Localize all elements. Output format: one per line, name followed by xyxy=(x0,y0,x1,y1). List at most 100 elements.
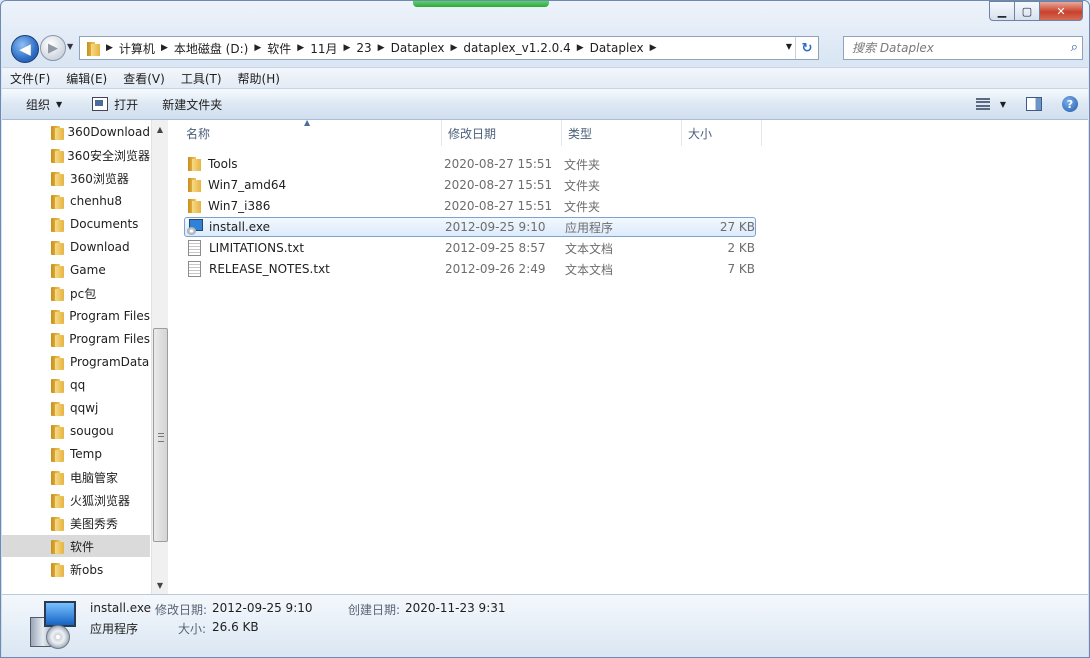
folder-icon xyxy=(50,562,64,577)
change-view-icon[interactable] xyxy=(975,98,990,110)
file-date: 2012-09-25 9:10 xyxy=(445,220,546,234)
tree-item-sougou[interactable]: sougou xyxy=(2,420,150,442)
tree-item-360-safe-browser[interactable]: 360安全浏览器 xyxy=(2,144,150,166)
details-modified-label: 修改日期: xyxy=(155,603,208,617)
back-button[interactable]: ◀ xyxy=(11,35,39,63)
preview-pane-icon[interactable] xyxy=(1026,97,1042,111)
navigation-row: ◀ ▶ ▼ ▶ 计算机 ▶ 本地磁盘 (D:) ▶ 软件 ▶ 11月 ▶ 23 … xyxy=(9,33,1085,63)
scroll-up-icon[interactable]: ▲ xyxy=(152,122,168,136)
tree-item-360-browser[interactable]: 360浏览器 xyxy=(2,167,150,189)
column-header-date[interactable]: 修改日期 xyxy=(442,120,562,146)
details-size-label: 大小: xyxy=(178,622,207,636)
breadcrumb-separator[interactable]: ▶ xyxy=(254,43,261,53)
file-type: 文件夹 xyxy=(564,157,601,172)
tree-item-meitu[interactable]: 美图秀秀 xyxy=(2,512,150,534)
text-file-icon xyxy=(188,240,201,256)
file-size: 7 KB xyxy=(727,262,755,276)
close-button[interactable]: ✕ xyxy=(1040,1,1083,21)
tree-item-new-obs[interactable]: 新obs xyxy=(2,558,150,580)
maximize-button[interactable]: ▢ xyxy=(1015,1,1040,21)
file-row-selected[interactable]: install.exe 2012-09-25 9:10 应用程序 27 KB xyxy=(184,217,756,237)
tree-item-label: 新obs xyxy=(70,562,104,577)
file-date: 2012-09-25 8:57 xyxy=(445,241,546,255)
file-name: install.exe xyxy=(209,220,271,234)
address-bar[interactable]: ▶ 计算机 ▶ 本地磁盘 (D:) ▶ 软件 ▶ 11月 ▶ 23 ▶ Data… xyxy=(79,36,819,60)
file-row[interactable]: LIMITATIONS.txt 2012-09-25 8:57 文本文档 2 K… xyxy=(184,238,756,258)
tree-item-game[interactable]: Game xyxy=(2,259,150,281)
menu-file[interactable]: 文件(F) xyxy=(2,70,58,87)
minimize-button[interactable]: ▁ xyxy=(989,1,1015,21)
folder-icon xyxy=(50,424,64,439)
tree-item-label: ProgramData xyxy=(70,355,150,369)
breadcrumb-software[interactable]: 软件 xyxy=(267,40,291,57)
open-button[interactable]: 打开 xyxy=(80,92,150,116)
column-header-name[interactable]: 名称 ▲ xyxy=(180,118,442,146)
tree-item-qq[interactable]: qq xyxy=(2,374,150,396)
tree-item-pc-bao[interactable]: pc包 xyxy=(2,282,150,304)
tree-item-program-files[interactable]: Program Files xyxy=(2,305,150,327)
breadcrumb-23[interactable]: 23 xyxy=(356,41,371,55)
search-input[interactable] xyxy=(850,40,1060,56)
breadcrumb-computer[interactable]: 计算机 xyxy=(119,40,155,57)
tree-item-programdata[interactable]: ProgramData xyxy=(2,351,150,373)
scrollbar-thumb[interactable] xyxy=(153,328,168,542)
tree-item-software[interactable]: 软件 xyxy=(2,535,150,557)
tree-item-program-files-x86[interactable]: Program Files xyxy=(2,328,150,350)
breadcrumb-separator[interactable]: ▶ xyxy=(650,43,657,53)
search-icon[interactable]: ⌕ xyxy=(1071,40,1078,55)
breadcrumb-separator[interactable]: ▶ xyxy=(343,43,350,53)
file-row[interactable]: Tools 2020-08-27 15:51 文件夹 xyxy=(184,154,756,174)
menu-tools[interactable]: 工具(T) xyxy=(173,70,230,87)
column-header-size[interactable]: 大小 xyxy=(682,120,762,146)
tree-item-label: Documents xyxy=(70,217,139,231)
tree-item-label: Download xyxy=(70,240,130,254)
help-icon[interactable]: ? xyxy=(1062,96,1078,112)
breadcrumb-separator[interactable]: ▶ xyxy=(106,43,113,53)
tree-item-360download[interactable]: 360Download xyxy=(2,121,150,143)
text-file-icon xyxy=(188,261,201,277)
menu-edit[interactable]: 编辑(E) xyxy=(58,70,115,87)
tree-item-firefox[interactable]: 火狐浏览器 xyxy=(2,489,150,511)
breadcrumb-separator[interactable]: ▶ xyxy=(297,43,304,53)
folder-icon xyxy=(86,41,100,56)
folder-icon xyxy=(50,470,64,485)
tree-scrollbar[interactable]: ▲ ▼ xyxy=(151,120,168,594)
breadcrumb-dataplex[interactable]: Dataplex xyxy=(391,41,445,55)
column-header-type[interactable]: 类型 xyxy=(562,120,682,146)
breadcrumb-separator[interactable]: ▶ xyxy=(577,43,584,53)
tree-item-qqwj[interactable]: qqwj xyxy=(2,397,150,419)
folder-icon xyxy=(50,493,64,508)
tree-item-temp[interactable]: Temp xyxy=(2,443,150,465)
tree-item-download[interactable]: Download xyxy=(2,236,150,258)
tree-item-documents[interactable]: Documents xyxy=(2,213,150,235)
menu-view[interactable]: 查看(V) xyxy=(115,70,173,87)
tree-item-label: Temp xyxy=(70,447,102,461)
folder-icon xyxy=(50,332,65,347)
file-row[interactable]: Win7_i386 2020-08-27 15:51 文件夹 xyxy=(184,196,756,216)
organize-button[interactable]: 组织 ▼ xyxy=(14,92,74,116)
tree-item-chenhu8[interactable]: chenhu8 xyxy=(2,190,150,212)
tree-item-label: pc包 xyxy=(70,286,97,301)
breadcrumb-separator[interactable]: ▶ xyxy=(161,43,168,53)
file-row[interactable]: RELEASE_NOTES.txt 2012-09-26 2:49 文本文档 7… xyxy=(184,259,756,279)
breadcrumb-drive-d[interactable]: 本地磁盘 (D:) xyxy=(174,40,248,57)
breadcrumb-separator[interactable]: ▶ xyxy=(378,43,385,53)
new-folder-button[interactable]: 新建文件夹 xyxy=(150,92,234,116)
scroll-down-icon[interactable]: ▼ xyxy=(152,578,168,592)
address-history-dropdown[interactable]: ▼ xyxy=(786,42,792,51)
file-row[interactable]: Win7_amd64 2020-08-27 15:51 文件夹 xyxy=(184,175,756,195)
file-name: Win7_amd64 xyxy=(208,178,287,192)
sort-ascending-icon: ▲ xyxy=(304,118,311,127)
details-modified-value: 2012-09-25 9:10 xyxy=(212,601,313,615)
forward-button[interactable]: ▶ xyxy=(40,35,66,61)
breadcrumb-dataplex-version[interactable]: dataplex_v1.2.0.4 xyxy=(463,41,570,55)
recent-pages-dropdown[interactable]: ▼ xyxy=(67,42,73,51)
tree-item-label: qqwj xyxy=(70,401,99,415)
menu-help[interactable]: 帮助(H) xyxy=(230,70,288,87)
breadcrumb-dataplex-current[interactable]: Dataplex xyxy=(590,41,644,55)
breadcrumb-separator[interactable]: ▶ xyxy=(450,43,457,53)
view-options-dropdown[interactable]: ▼ xyxy=(1000,100,1006,109)
breadcrumb-november[interactable]: 11月 xyxy=(310,40,337,57)
refresh-button[interactable]: ↻ xyxy=(795,37,818,59)
tree-item-pc-manager[interactable]: 电脑管家 xyxy=(2,466,150,488)
